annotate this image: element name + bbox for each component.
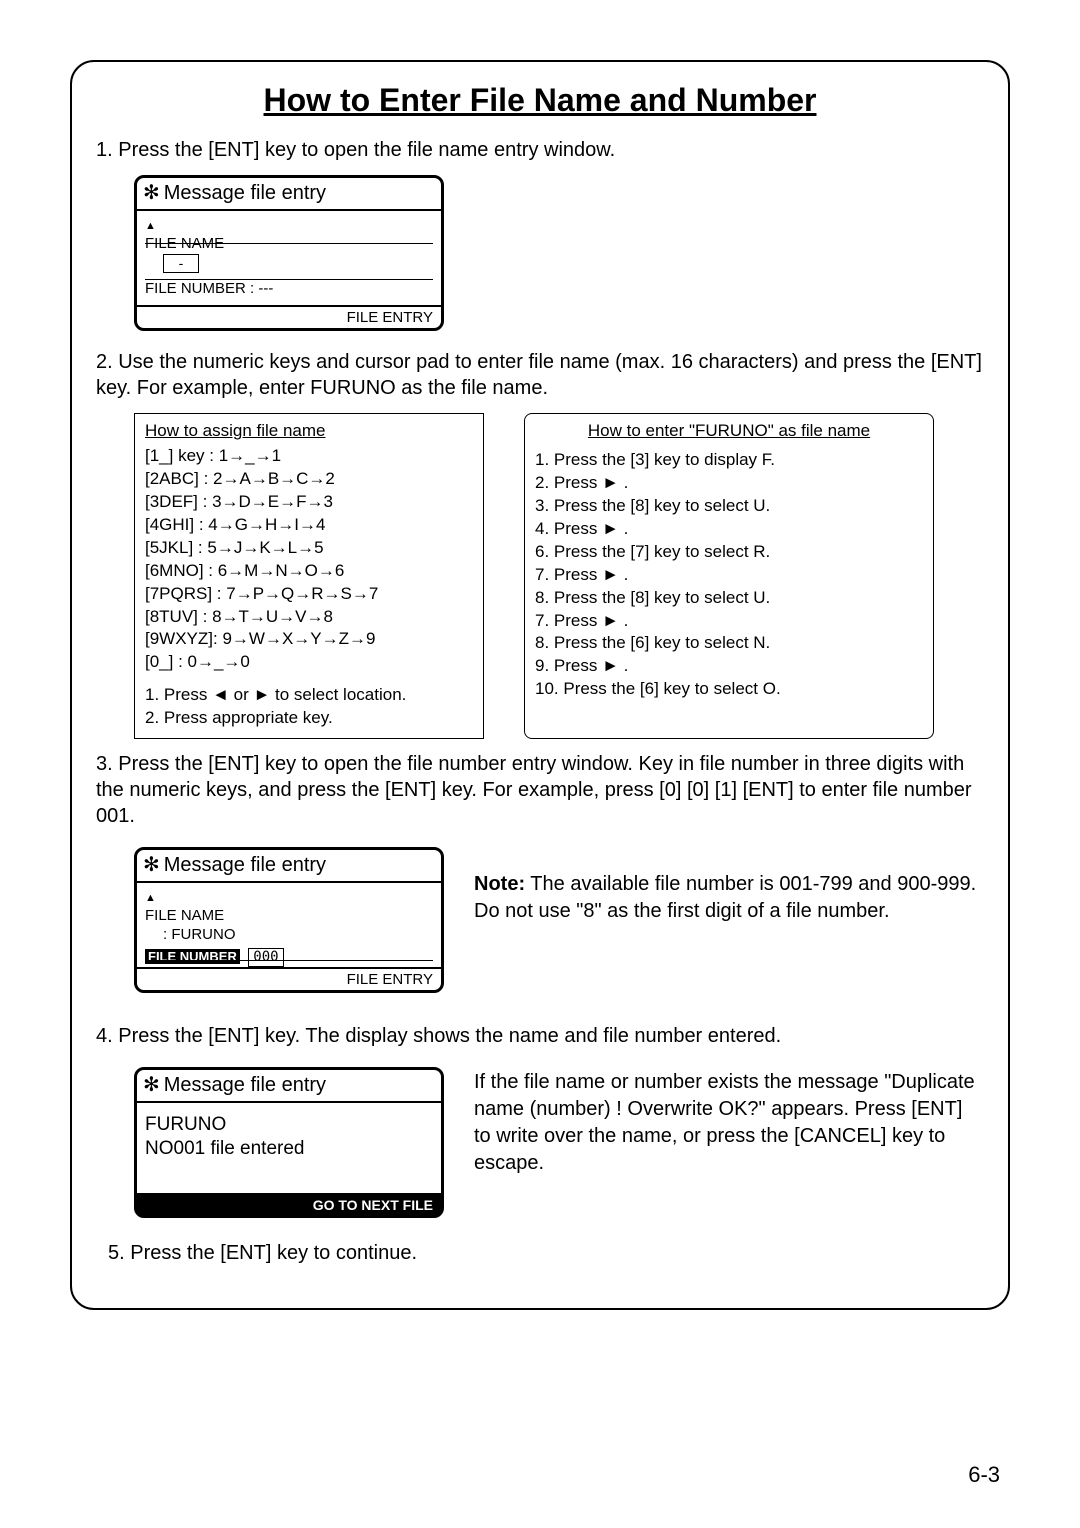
assign-line: [3DEF] : 3→D→E→F→3	[145, 491, 473, 514]
page-title: How to Enter File Name and Number	[96, 82, 984, 119]
assign-line: [4GHI] : 4→G→H→I→4	[145, 514, 473, 537]
furuno-line: 7. Press ► .	[535, 610, 923, 633]
assign-line: [6MNO] : 6→M→N→O→6	[145, 560, 473, 583]
device-screen-1: Message file entry FILE NAME - FILE NUMB…	[134, 175, 444, 331]
furuno-line: 7. Press ► .	[535, 564, 923, 587]
step-1-text: 1. Press the [ENT] key to open the file …	[96, 137, 984, 163]
step-3-text: 3. Press the [ENT] key to open the file …	[96, 751, 984, 829]
dev2-filename-val: : FURUNO	[163, 926, 433, 945]
device-screen-3: Message file entry FURUNO NO001 file ent…	[134, 1067, 444, 1218]
furuno-line: 2. Press ► .	[535, 472, 923, 495]
assign-line: [5JKL] : 5→J→K→L→5	[145, 537, 473, 560]
furuno-line: 6. Press the [7] key to select R.	[535, 541, 923, 564]
dev2-filenumber-label: FILE NUMBER	[145, 949, 240, 964]
page-number: 6-3	[968, 1462, 1000, 1488]
up-caret-icon	[145, 888, 156, 905]
dev1-footer: FILE ENTRY	[137, 305, 441, 328]
dev1-cursor-box: -	[163, 254, 199, 274]
assign-filename-box: How to assign file name [1_] key : 1→_→1…	[134, 413, 484, 739]
furuno-line: 8. Press the [6] key to select N.	[535, 632, 923, 655]
assign-header: How to assign file name	[145, 420, 473, 443]
dev1-filenumber-val: : ---	[250, 280, 273, 297]
assign-line: [8TUV] : 8→T→U→V→8	[145, 606, 473, 629]
assign-line: [1_] key : 1→_→1	[145, 445, 473, 468]
furuno-line: 4. Press ► .	[535, 518, 923, 541]
furuno-line: 3. Press the [8] key to select U.	[535, 495, 923, 518]
furuno-line: 1. Press the [3] key to display F.	[535, 449, 923, 472]
assign-line: [0_] : 0→_→0	[145, 651, 473, 674]
dev2-footer: FILE ENTRY	[137, 967, 441, 990]
furuno-header: How to enter "FURUNO" as file name	[535, 420, 923, 443]
step-5-text: 5. Press the [ENT] key to continue.	[108, 1240, 984, 1266]
note-lead: Note:	[474, 873, 525, 895]
dev2-header: Message file entry	[164, 854, 326, 876]
furuno-line: 10. Press the [6] key to select O.	[535, 678, 923, 701]
note-body: The available file number is 001-799 and…	[474, 873, 976, 922]
assign-line: [9WXYZ]: 9→W→X→Y→Z→9	[145, 628, 473, 651]
dev2-filename-label: FILE NAME	[145, 907, 433, 926]
duplicate-note: If the file name or number exists the me…	[474, 1061, 984, 1177]
note-text: Note: The available file number is 001-7…	[474, 841, 984, 925]
enter-furuno-box: How to enter "FURUNO" as file name 1. Pr…	[524, 413, 934, 739]
furuno-line: 8. Press the [8] key to select U.	[535, 587, 923, 610]
step-4-text: 4. Press the [ENT] key. The display show…	[96, 1023, 984, 1049]
furuno-line: 9. Press ► .	[535, 655, 923, 678]
dev1-filename-label: FILE NAME	[145, 235, 433, 254]
up-caret-icon	[145, 216, 156, 233]
assign-line: [7PQRS] : 7→P→Q→R→S→7	[145, 583, 473, 606]
dev1-filenumber-label: FILE NUMBER	[145, 280, 246, 297]
step-2-text: 2. Use the numeric keys and cursor pad t…	[96, 349, 984, 401]
dev1-header: Message file entry	[164, 182, 326, 204]
assign-foot-2: 2. Press appropriate key.	[145, 707, 473, 730]
main-frame: How to Enter File Name and Number 1. Pre…	[70, 60, 1010, 1310]
dev3-line2: NO001 file entered	[145, 1137, 433, 1161]
assign-foot-1: 1. Press ◄ or ► to select location.	[145, 684, 473, 707]
dev2-filenumber-val: 000	[248, 948, 283, 968]
star-icon	[143, 854, 164, 876]
assign-line: [2ABC] : 2→A→B→C→2	[145, 468, 473, 491]
device-screen-2: Message file entry FILE NAME : FURUNO FI…	[134, 847, 444, 993]
dev3-header: Message file entry	[164, 1074, 326, 1096]
star-icon	[143, 182, 164, 204]
star-icon	[143, 1074, 164, 1096]
dev3-footer: GO TO NEXT FILE	[137, 1193, 441, 1215]
dev3-line1: FURUNO	[145, 1113, 433, 1137]
